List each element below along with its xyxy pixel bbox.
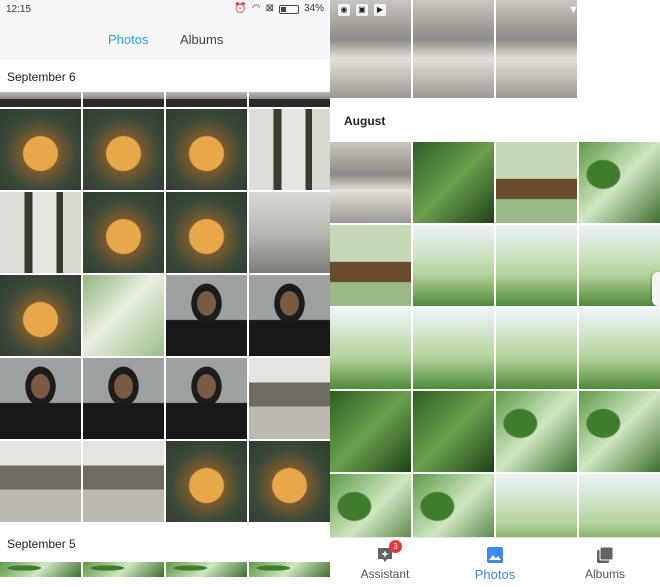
section-header: September 5 bbox=[0, 527, 330, 561]
photo-thumbnail[interactable] bbox=[579, 391, 660, 472]
photo-thumbnail[interactable] bbox=[249, 192, 330, 273]
photo-thumbnail[interactable] bbox=[496, 142, 577, 223]
left-tab-bar: Photos Albums bbox=[0, 20, 330, 60]
photo-thumbnail[interactable] bbox=[413, 391, 494, 472]
photo-thumbnail[interactable] bbox=[249, 109, 330, 190]
tab-albums[interactable]: Albums bbox=[180, 32, 223, 47]
right-status-bar: ◉ ▣ ▶ ▼ ▮ 1:01 AM bbox=[330, 0, 660, 22]
alarm-icon: ⏰ bbox=[234, 3, 247, 14]
left-status-time: 12:15 bbox=[6, 4, 32, 15]
nav-photos[interactable]: Photos bbox=[440, 538, 550, 587]
month-header: August bbox=[330, 98, 660, 142]
photo-thumbnail[interactable] bbox=[166, 441, 247, 522]
photo-grid bbox=[0, 92, 330, 522]
photo-thumbnail[interactable] bbox=[413, 308, 494, 389]
tab-photos[interactable]: Photos bbox=[108, 32, 148, 47]
image-icon: ▣ bbox=[356, 4, 368, 16]
photo-thumbnail[interactable] bbox=[579, 142, 660, 223]
battery-percent: 34% bbox=[303, 3, 324, 14]
photo-thumbnail[interactable] bbox=[83, 275, 164, 356]
nav-label: Photos bbox=[474, 567, 516, 582]
photo-thumbnail[interactable] bbox=[496, 391, 577, 472]
photo-thumbnail[interactable] bbox=[83, 358, 164, 439]
albums-icon bbox=[596, 546, 614, 564]
photo-thumbnail[interactable] bbox=[166, 92, 247, 107]
photo-thumbnail[interactable] bbox=[413, 142, 494, 223]
gallery-left-pane: 12:15 ⏰ ◠ ⊠ 34% Photos Albums September … bbox=[0, 0, 330, 587]
photo-grid bbox=[0, 562, 330, 577]
photo-thumbnail[interactable] bbox=[83, 562, 164, 577]
bottom-navigation: 3 Assistant Photos Albums bbox=[330, 537, 660, 587]
photo-thumbnail[interactable] bbox=[166, 562, 247, 577]
photo-thumbnail[interactable] bbox=[249, 441, 330, 522]
photo-thumbnail[interactable] bbox=[0, 192, 81, 273]
wifi-icon: ◠ bbox=[251, 3, 261, 14]
photo-thumbnail[interactable] bbox=[83, 92, 164, 107]
photo-thumbnail[interactable] bbox=[166, 192, 247, 273]
photo-thumbnail[interactable] bbox=[579, 225, 660, 306]
left-status-bar: 12:15 ⏰ ◠ ⊠ 34% bbox=[0, 0, 330, 20]
photo-thumbnail[interactable] bbox=[0, 441, 81, 522]
photo-thumbnail[interactable] bbox=[579, 308, 660, 389]
photos-icon bbox=[486, 546, 504, 564]
nav-albums[interactable]: Albums bbox=[550, 538, 660, 587]
photo-grid bbox=[330, 142, 660, 555]
section-header: September 6 bbox=[0, 60, 330, 92]
right-status-time: 1:01 AM bbox=[606, 3, 652, 17]
sim-off-icon: ⊠ bbox=[265, 3, 274, 14]
photo-thumbnail[interactable] bbox=[330, 391, 411, 472]
photo-thumbnail[interactable] bbox=[0, 562, 81, 577]
battery-icon bbox=[278, 4, 299, 14]
photo-thumbnail[interactable] bbox=[166, 275, 247, 356]
photo-thumbnail[interactable] bbox=[83, 192, 164, 273]
photo-thumbnail[interactable] bbox=[330, 142, 411, 223]
chrome-icon: ◉ bbox=[338, 4, 350, 16]
photo-thumbnail[interactable] bbox=[166, 109, 247, 190]
photo-thumbnail[interactable] bbox=[0, 109, 81, 190]
assistant-icon: 3 bbox=[376, 540, 402, 564]
photo-thumbnail[interactable] bbox=[496, 308, 577, 389]
nav-label: Albums bbox=[584, 567, 625, 581]
photo-thumbnail[interactable] bbox=[83, 109, 164, 190]
nav-assistant[interactable]: 3 Assistant bbox=[330, 538, 440, 587]
youtube-icon: ▶ bbox=[374, 4, 386, 16]
google-photos-right-pane: ◉ ▣ ▶ ▼ ▮ 1:01 AM August 3 Assistant Pho… bbox=[330, 0, 660, 587]
month-label: August bbox=[344, 114, 386, 128]
photo-thumbnail[interactable] bbox=[249, 562, 330, 577]
photo-thumbnail[interactable] bbox=[249, 275, 330, 356]
photo-thumbnail[interactable] bbox=[330, 225, 411, 306]
photo-thumbnail[interactable] bbox=[0, 358, 81, 439]
nav-label: Assistant bbox=[360, 567, 410, 581]
photo-thumbnail[interactable] bbox=[83, 441, 164, 522]
notification-badge: 3 bbox=[389, 540, 402, 553]
photo-thumbnail[interactable] bbox=[496, 225, 577, 306]
photo-thumbnail[interactable] bbox=[166, 358, 247, 439]
wifi-icon: ▼ ▮ bbox=[568, 4, 588, 16]
photo-thumbnail[interactable] bbox=[0, 92, 81, 107]
photo-thumbnail[interactable] bbox=[249, 358, 330, 439]
photo-thumbnail[interactable] bbox=[249, 92, 330, 107]
photo-thumbnail[interactable] bbox=[413, 225, 494, 306]
fast-scroll-handle[interactable] bbox=[652, 272, 660, 306]
photo-thumbnail[interactable] bbox=[0, 275, 81, 356]
photo-thumbnail[interactable] bbox=[330, 308, 411, 389]
